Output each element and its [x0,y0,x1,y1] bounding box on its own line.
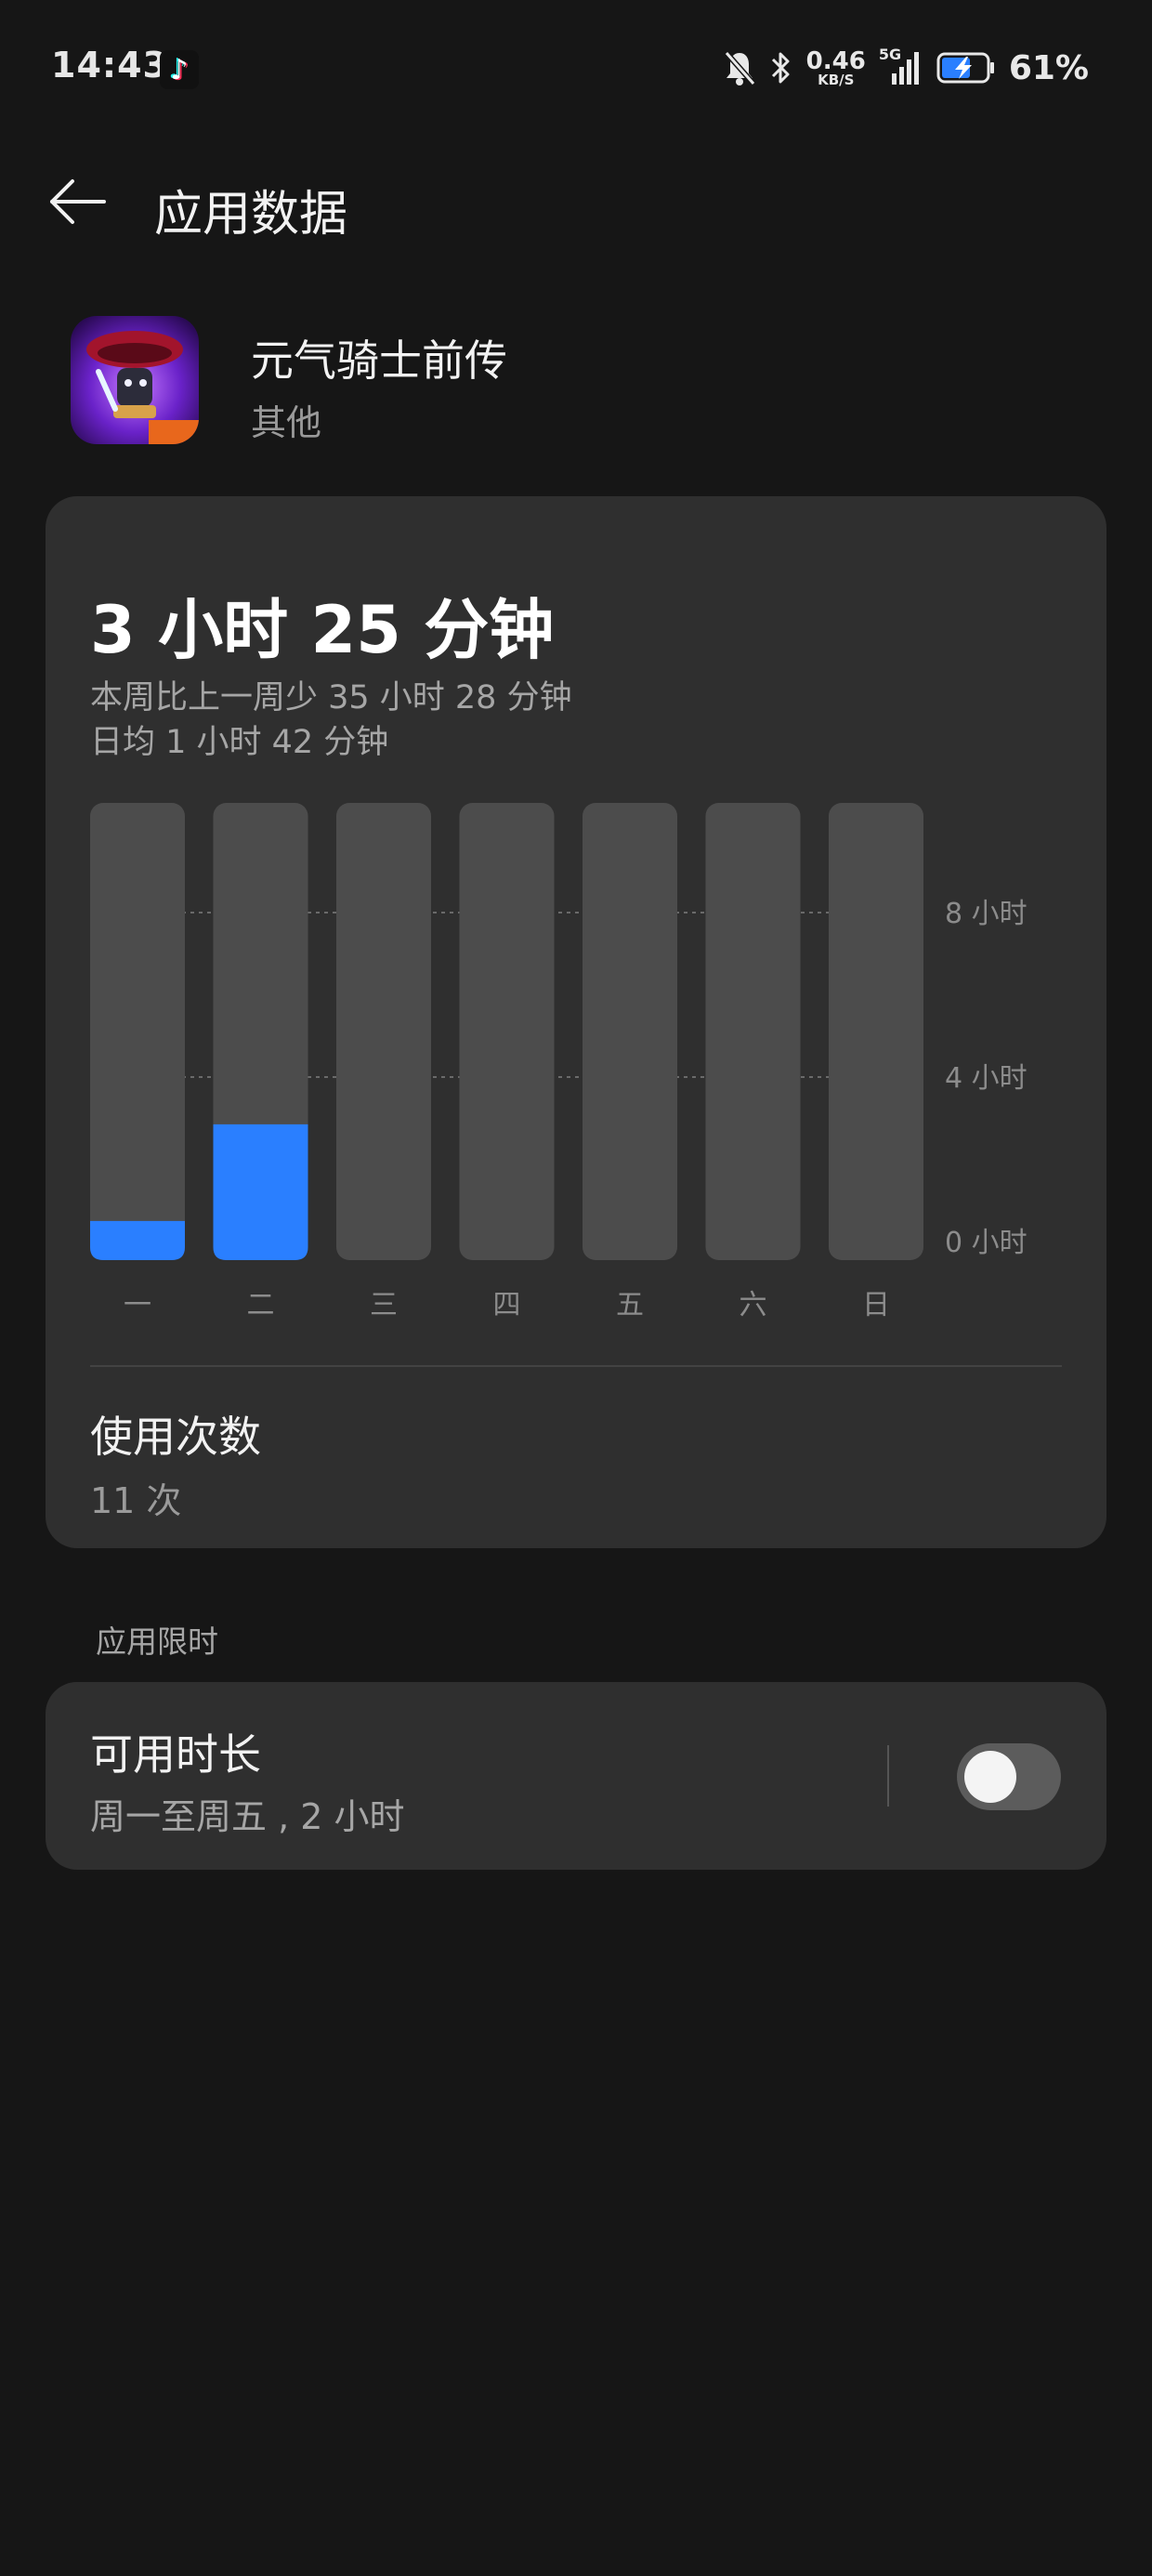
x-tick-label: 二 [247,1289,275,1321]
limit-section-header: 应用限时 [96,1623,218,1660]
usage-count-value: 11 次 [90,1480,182,1521]
x-tick-label: 一 [124,1289,151,1321]
bar-track[interactable] [459,803,555,1260]
y-tick-label: 4 小时 [945,1062,1028,1095]
vertical-separator [887,1745,889,1807]
tiktok-icon: ♪ [160,50,199,89]
y-tick-label: 0 小时 [945,1227,1028,1259]
game-app-icon [71,316,199,444]
x-tick-label: 五 [616,1289,644,1321]
y-tick-label: 8 小时 [945,898,1028,930]
x-tick-label: 四 [493,1289,521,1321]
app-category: 其他 [251,402,322,443]
x-tick-label: 三 [370,1289,398,1321]
bar-track[interactable] [90,803,185,1260]
usage-bar-chart: 一 二 三 四 五 六 日 8 小时 4 小时 0 小时 [90,803,1028,1321]
bar-track[interactable] [336,803,431,1260]
limit-description: 周一至周五 , 2 小时 [90,1796,405,1837]
net-speed-unit: KB/S [818,71,855,88]
bar-track[interactable] [583,803,677,1260]
x-tick-label: 日 [862,1289,890,1321]
signal-icon: 5G [878,46,923,86]
app-name: 元气骑士前传 [251,335,507,386]
limit-title: 可用时长 [90,1729,261,1780]
battery-percent: 61% [1008,48,1089,87]
bar-track[interactable] [829,803,923,1260]
bar-track[interactable] [705,803,801,1260]
status-time: 14:43 [51,45,168,85]
usage-bar [213,1124,308,1260]
page-title: 应用数据 [154,187,348,243]
limit-toggle[interactable] [957,1743,1061,1810]
toggle-knob [964,1751,1016,1803]
x-tick-label: 六 [740,1289,767,1321]
mute-bell-icon [723,49,756,86]
divider [90,1365,1062,1367]
back-arrow-icon[interactable] [46,171,108,232]
status-icons: 0.46 KB/S 5G 61% [723,43,1089,93]
network-type: 5G [878,46,902,63]
usage-card: 3 小时 25 分钟 本周比上一周少 35 小时 28 分钟 日均 1 小时 4… [46,496,1106,1548]
usage-count-label: 使用次数 [90,1412,261,1462]
net-speed: 0.46 KB/S [806,49,866,87]
limit-card[interactable]: 可用时长 周一至周五 , 2 小时 [46,1682,1106,1870]
battery-charging-icon [936,51,996,85]
bluetooth-icon [769,49,793,86]
net-speed-value: 0.46 [805,46,866,75]
usage-bar [90,1220,185,1260]
